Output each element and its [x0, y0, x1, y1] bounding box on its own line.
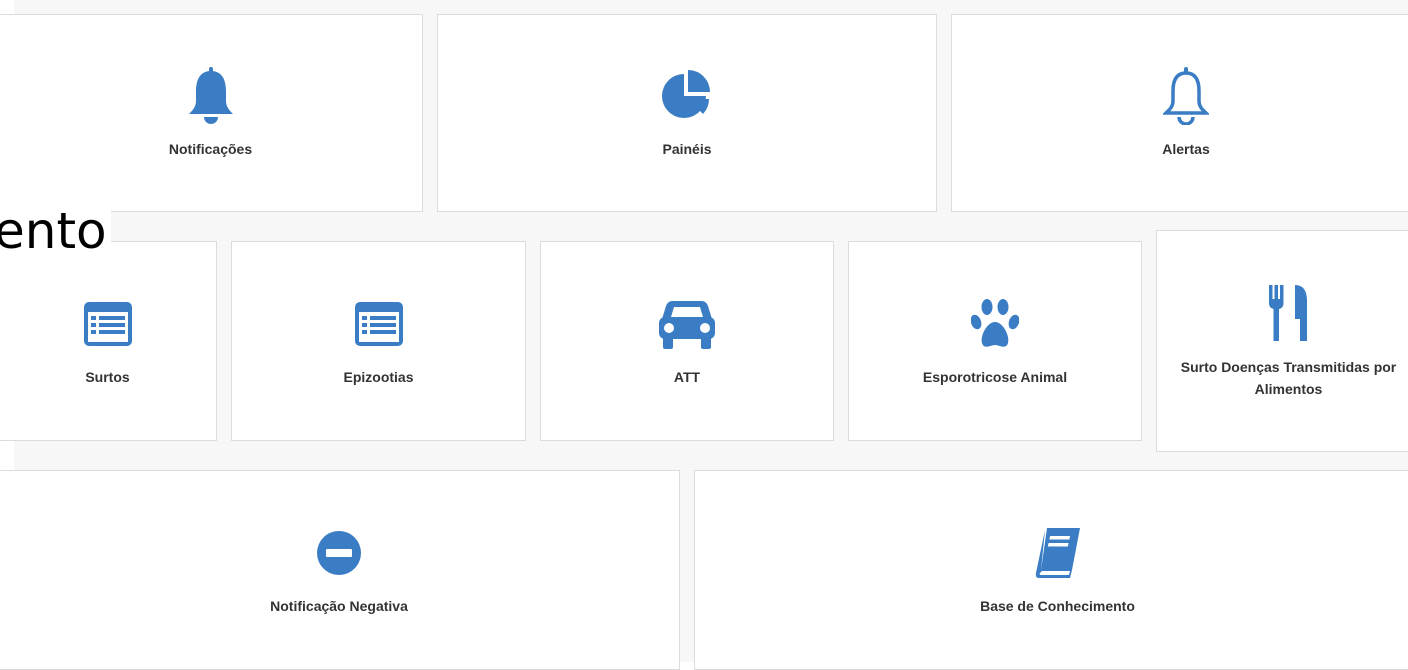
card-att[interactable]: ATT	[540, 241, 834, 441]
list-icon	[354, 294, 404, 354]
book-icon	[1035, 523, 1081, 583]
card-label: Base de Conhecimento	[980, 595, 1135, 617]
overlay-slide-text: ento	[0, 196, 111, 266]
card-paineis[interactable]: Painéis	[437, 14, 937, 212]
minus-circle-icon	[316, 523, 362, 583]
card-surto-dta[interactable]: Surto Doenças Transmitidas por Alimentos	[1156, 230, 1408, 452]
list-icon	[83, 294, 133, 354]
pie-chart-icon	[661, 66, 713, 126]
car-icon	[658, 294, 716, 354]
card-label: Surto Doenças Transmitidas por Alimentos	[1164, 356, 1408, 400]
card-base-conhecimento[interactable]: Base de Conhecimento	[694, 470, 1408, 670]
paw-icon	[971, 294, 1019, 354]
card-label: ATT	[674, 366, 700, 388]
card-label: Surtos	[85, 366, 129, 388]
card-label: Epizootias	[343, 366, 413, 388]
card-label: Painéis	[662, 138, 711, 160]
card-label: Notificação Negativa	[270, 595, 408, 617]
card-esporotricose-animal[interactable]: Esporotricose Animal	[848, 241, 1142, 441]
card-label: Esporotricose Animal	[923, 366, 1067, 388]
card-surtos[interactable]: Surtos	[0, 241, 217, 441]
card-notificacoes[interactable]: Notificações	[0, 14, 423, 212]
card-label: Alertas	[1162, 138, 1209, 160]
bell-icon	[188, 66, 234, 126]
cutlery-icon	[1269, 282, 1309, 344]
card-notificacao-negativa[interactable]: Notificação Negativa	[0, 470, 680, 670]
card-label: Notificações	[169, 138, 252, 160]
card-epizootias[interactable]: Epizootias	[231, 241, 526, 441]
card-alertas[interactable]: Alertas	[951, 14, 1408, 212]
bell-outline-icon	[1163, 66, 1209, 126]
